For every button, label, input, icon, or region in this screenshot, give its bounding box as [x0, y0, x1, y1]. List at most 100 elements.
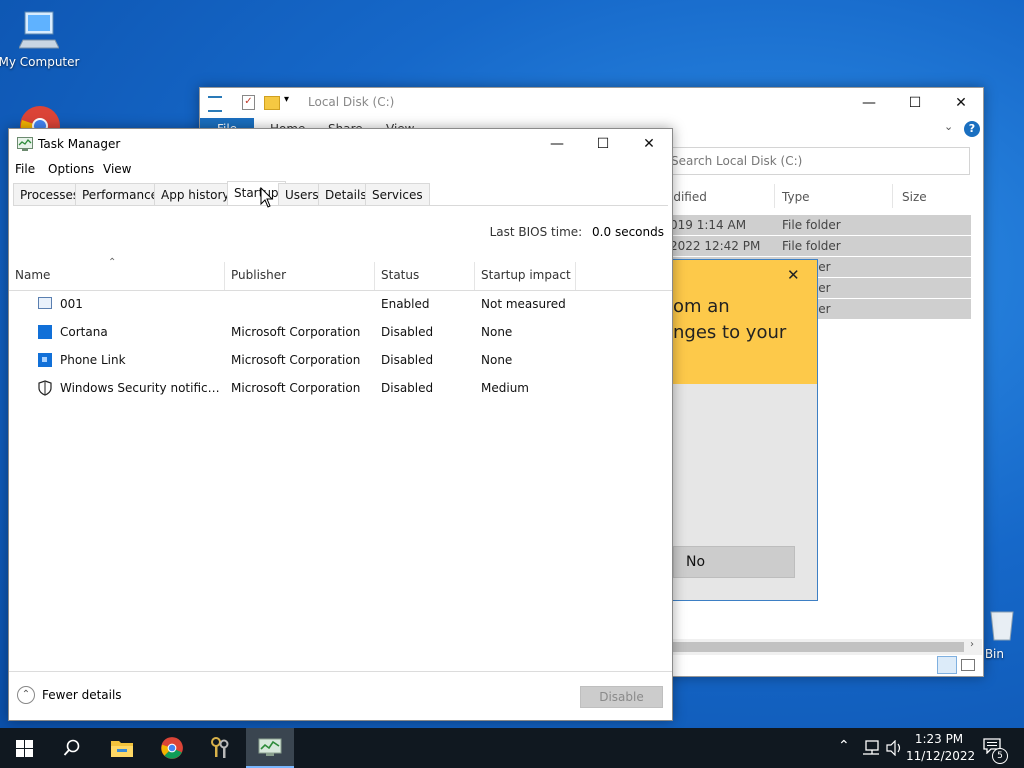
task-manager-window: Task Manager — ☐ ✕ File Options View Pro…	[8, 128, 673, 721]
startup-publisher: Microsoft Corporation	[231, 381, 361, 395]
tm-close-button[interactable]: ✕	[626, 129, 672, 159]
properties-icon[interactable]: ✓	[242, 95, 255, 110]
scroll-right-icon[interactable]: ›	[970, 639, 974, 650]
folder-icon	[111, 741, 133, 757]
startup-publisher	[231, 290, 371, 318]
explorer-quick-access-icon	[208, 96, 222, 112]
column-publisher[interactable]: Publisher	[225, 262, 375, 290]
tm-tabstrip: Processes Performance App history Startu…	[13, 181, 668, 206]
fewer-details-label: Fewer details	[42, 688, 122, 702]
startup-status: Disabled	[381, 381, 434, 395]
fewer-details-button[interactable]: ⌃ Fewer details	[17, 686, 127, 706]
help-icon[interactable]: ?	[964, 121, 980, 137]
taskbar-file-explorer[interactable]	[98, 728, 146, 768]
startup-row[interactable]: 001 Enabled Not measured	[9, 290, 672, 318]
bios-time-label: Last BIOS time:	[489, 225, 583, 239]
details-view-icon[interactable]	[937, 656, 957, 674]
explorer-minimize-button[interactable]: —	[846, 88, 892, 118]
scrollbar-thumb[interactable]	[672, 642, 964, 652]
file-row[interactable]: 019 1:14 AM File folder	[670, 215, 971, 236]
column-startup-impact[interactable]: Startup impact	[475, 262, 576, 290]
new-folder-icon[interactable]	[264, 96, 280, 110]
volume-icon[interactable]	[886, 740, 904, 756]
disable-label: Disable	[599, 690, 644, 704]
startup-name: Cortana	[60, 325, 108, 339]
network-icon[interactable]	[862, 740, 880, 756]
startup-publisher: Microsoft Corporation	[231, 353, 361, 367]
column-divider	[774, 184, 775, 208]
bios-time: Last BIOS time: 0.0 seconds	[9, 225, 664, 239]
mouse-cursor-icon	[260, 187, 274, 208]
startup-impact: None	[481, 325, 513, 339]
column-type[interactable]: Type	[782, 190, 810, 204]
tm-minimize-button[interactable]: —	[534, 129, 580, 159]
notification-count-badge: 5	[992, 748, 1008, 764]
task-manager-icon	[258, 738, 282, 756]
clock[interactable]: 1:23 PM 11/12/2022	[906, 731, 976, 765]
column-status[interactable]: Status	[375, 262, 475, 290]
tm-menubar: File Options View	[9, 159, 672, 181]
menu-options[interactable]: Options	[48, 162, 94, 176]
startup-row[interactable]: Cortana Microsoft Corporation Disabled N…	[9, 318, 672, 346]
tm-footer: ⌃ Fewer details Disable	[9, 671, 672, 720]
cortana-icon	[38, 325, 52, 339]
clock-date: 11/12/2022	[906, 749, 976, 763]
column-name[interactable]: Name	[9, 262, 225, 290]
keys-icon	[211, 737, 229, 758]
startup-impact: None	[481, 353, 513, 367]
action-center-button[interactable]: 5	[980, 736, 1008, 764]
chevron-up-icon: ⌃	[17, 686, 35, 704]
disable-button[interactable]: Disable	[580, 686, 663, 708]
tab-services[interactable]: Services	[365, 183, 430, 205]
tm-title: Task Manager	[38, 137, 121, 151]
tab-performance[interactable]: Performance	[75, 183, 166, 205]
search-button[interactable]	[48, 728, 96, 768]
taskbar-keys-app[interactable]	[196, 728, 244, 768]
file-type: File folder	[782, 218, 841, 232]
show-hidden-icons-icon[interactable]: ⌃	[838, 738, 850, 754]
uac-no-button[interactable]: No	[673, 546, 795, 578]
taskbar-task-manager[interactable]	[246, 728, 294, 768]
shield-icon	[38, 380, 52, 396]
startup-name: Phone Link	[60, 353, 126, 367]
startup-row[interactable]: Windows Security notificati... Microsoft…	[9, 374, 672, 402]
tab-startup[interactable]: Startup	[227, 181, 286, 205]
desktop-icon-my-computer[interactable]: My Computer	[0, 8, 84, 69]
app-window-icon	[38, 297, 52, 309]
desktop-icon-label: My Computer	[0, 55, 80, 69]
recycle-bin-icon	[990, 611, 1014, 641]
customize-toolbar-icon[interactable]: ▾	[284, 94, 289, 105]
explorer-maximize-button[interactable]: ☐	[892, 88, 938, 118]
clock-time: 1:23 PM	[914, 732, 964, 746]
large-icons-view-icon[interactable]	[961, 659, 975, 671]
file-date: 2022 12:42 PM	[670, 239, 761, 253]
tm-titlebar: Task Manager — ☐ ✕	[9, 129, 672, 159]
startup-column-headers: Name Publisher Status Startup impact	[9, 262, 672, 291]
menu-file[interactable]: File	[15, 162, 35, 176]
explorer-titlebar: ✓ ▾ Local Disk (C:) — ☐ ✕	[200, 88, 983, 118]
start-button[interactable]	[0, 728, 48, 768]
menu-view[interactable]: View	[103, 162, 131, 176]
tm-maximize-button[interactable]: ☐	[580, 129, 626, 159]
explorer-search-box[interactable]: Search Local Disk (C:)	[662, 147, 970, 175]
explorer-horizontal-scrollbar[interactable]: ›	[672, 639, 982, 655]
uac-close-icon[interactable]: ✕	[787, 266, 800, 284]
ribbon-expand-icon[interactable]: ⌄	[944, 120, 953, 133]
startup-impact: Not measured	[481, 297, 566, 311]
startup-row[interactable]: Phone Link Microsoft Corporation Disable…	[9, 346, 672, 374]
file-type: File folder	[782, 239, 841, 253]
phone-link-dot	[42, 357, 47, 362]
startup-status: Disabled	[381, 353, 434, 367]
column-size[interactable]: Size	[902, 190, 927, 204]
file-row[interactable]: 2022 12:42 PM File folder	[670, 236, 971, 257]
explorer-column-headers: odified Type Size	[666, 184, 972, 210]
startup-name: 001	[60, 297, 83, 311]
taskbar-chrome[interactable]	[148, 728, 196, 768]
search-icon	[63, 739, 80, 756]
uac-text-line2: nges to your	[673, 322, 787, 343]
uac-header: ✕ om an nges to your	[663, 260, 817, 384]
tab-app-history[interactable]: App history	[154, 183, 237, 205]
explorer-close-button[interactable]: ✕	[938, 88, 984, 118]
startup-impact: Medium	[481, 381, 529, 395]
startup-status: Disabled	[381, 325, 434, 339]
